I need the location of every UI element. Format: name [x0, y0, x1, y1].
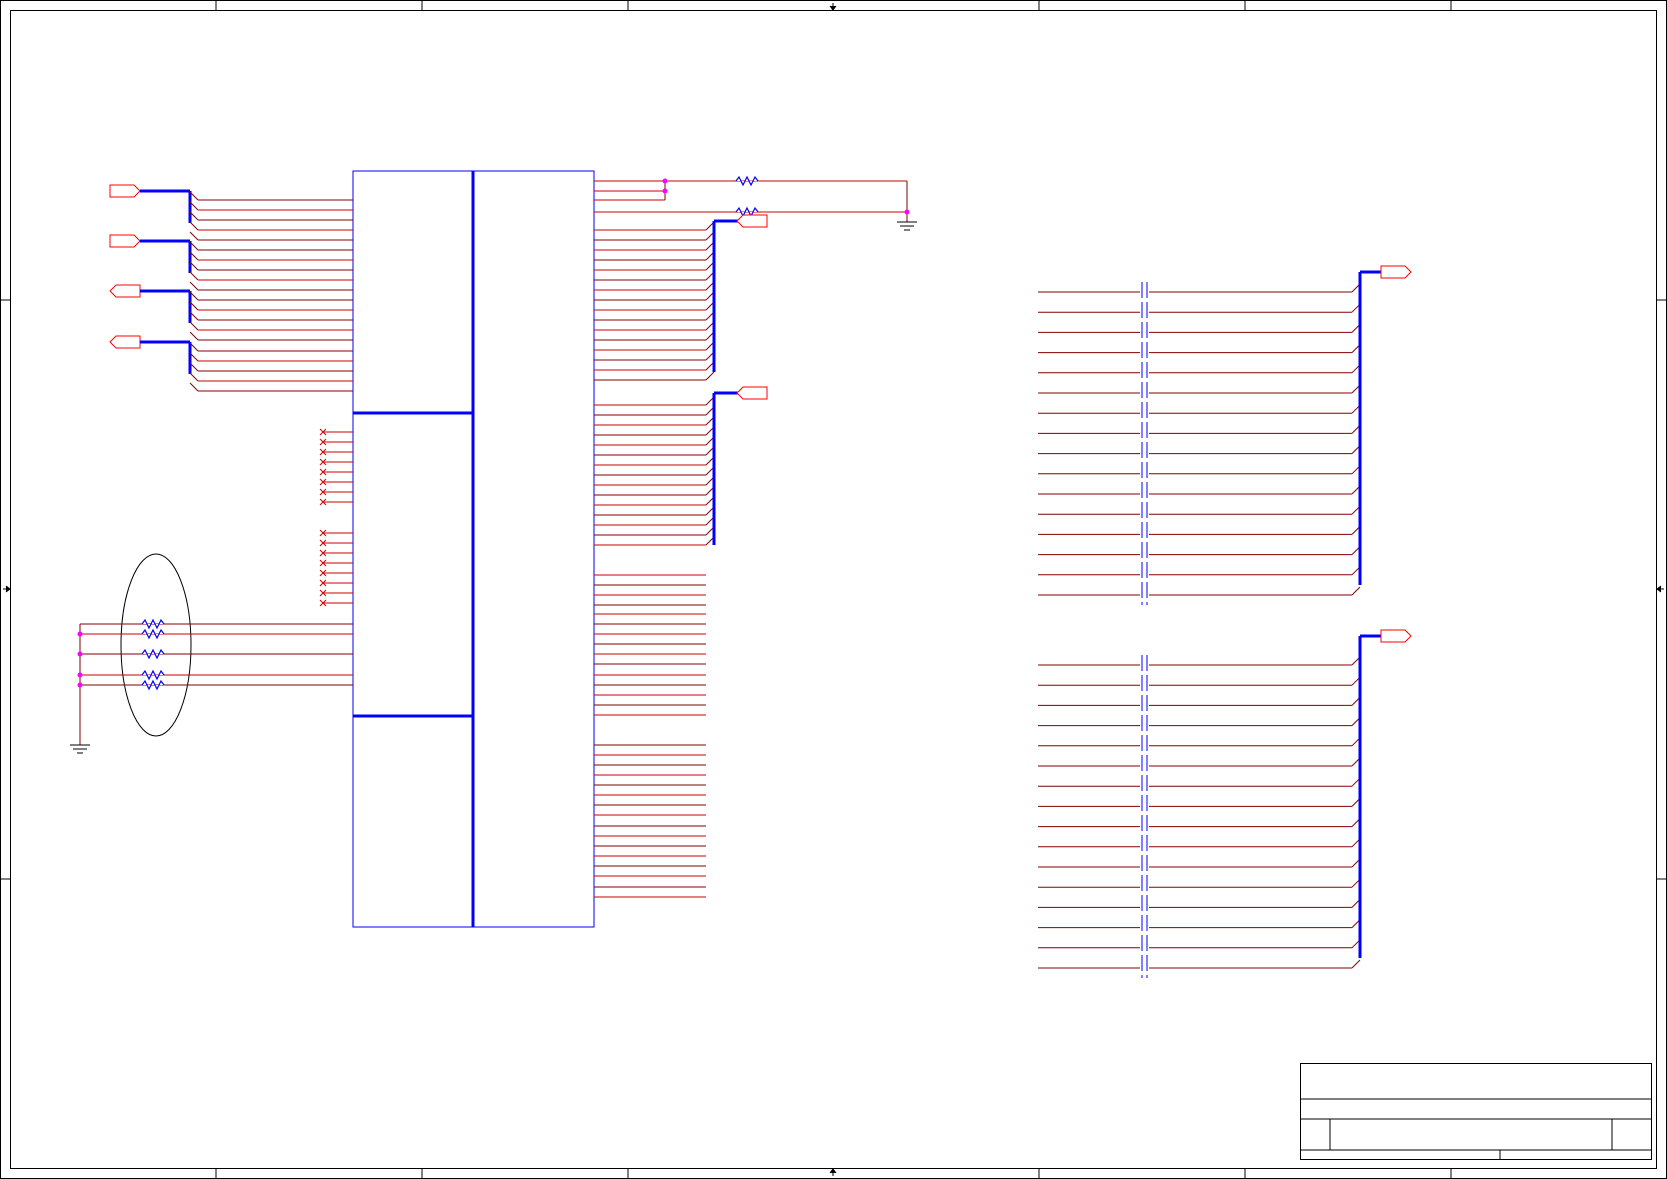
input-bus-3: [109, 284, 353, 341]
zigzag-resistor-icon: [141, 648, 165, 660]
pentagon-port-icon[interactable]: [736, 214, 768, 228]
left-input-buses: [109, 184, 353, 392]
output-bus-1: [712, 214, 768, 372]
input-bus-1: [109, 184, 353, 241]
zone-ticks: [0, 0, 1667, 1179]
junction-dot-icon: [904, 209, 910, 215]
junction-dot-icon: [77, 682, 83, 688]
input-bus-2: [109, 234, 353, 291]
bus-entry: [1351, 959, 1361, 969]
junction-dot-icon: [77, 651, 83, 657]
bus-entry: [189, 221, 199, 231]
resistor-network-rows: [77, 618, 353, 691]
bus-entry: [189, 382, 199, 392]
bus-entry: [705, 371, 715, 381]
junction-dot-icon: [77, 631, 83, 637]
bus-entry: [189, 372, 199, 382]
junction-dot-icon: [77, 672, 83, 678]
no-connect-pins: [319, 428, 353, 607]
bus-entry: [189, 321, 199, 331]
zigzag-resistor-icon: [141, 679, 165, 691]
zigzag-resistor-icon: [141, 669, 165, 681]
bus-entry: [189, 231, 199, 241]
input-bus-4: [109, 335, 353, 392]
pentagon-port-icon[interactable]: [109, 234, 141, 248]
schematic-sheet: [0, 0, 1667, 1179]
bus-entry: [189, 281, 199, 291]
junction-dot-icon: [662, 178, 668, 184]
pentagon-port-icon[interactable]: [1380, 629, 1412, 643]
capacitor-array-1: [1038, 265, 1412, 605]
capacitor-array-2: [1038, 629, 1412, 978]
sheet-border: [0, 0, 1667, 1179]
capacitor-arrays: [1038, 265, 1412, 978]
pentagon-port-icon[interactable]: [736, 386, 768, 400]
zigzag-resistor-icon: [735, 175, 759, 187]
bus-entry: [1351, 586, 1361, 596]
resistor-network[interactable]: [70, 553, 353, 754]
pentagon-port-icon[interactable]: [109, 184, 141, 198]
ground-symbol-icon: [70, 744, 90, 754]
bus-entry: [189, 331, 199, 341]
zigzag-resistor-icon: [141, 628, 165, 640]
pentagon-port-icon[interactable]: [1380, 265, 1412, 279]
pentagon-port-icon[interactable]: [109, 284, 141, 298]
ic-right-buses: [712, 214, 768, 545]
output-bus-2: [712, 386, 768, 545]
bus-entry: [189, 271, 199, 281]
ic-component[interactable]: [352, 170, 595, 928]
zigzag-resistor-icon: [141, 618, 165, 630]
junction-dot-icon: [662, 188, 668, 194]
ground-symbol-icon: [897, 221, 917, 231]
ic-right-pins: [594, 221, 715, 898]
title-block: [1300, 1063, 1652, 1160]
pentagon-port-icon[interactable]: [109, 335, 141, 349]
center-arrow-icons: [3, 3, 1664, 1176]
